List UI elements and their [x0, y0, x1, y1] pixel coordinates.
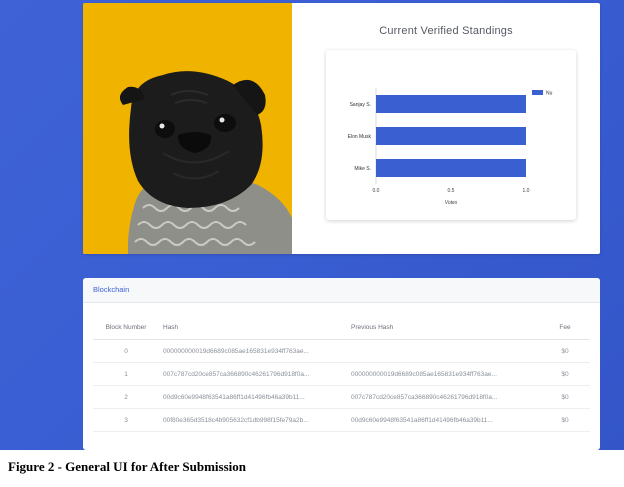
- block-fee: $0: [540, 339, 590, 363]
- block-fee: $0: [540, 385, 590, 409]
- table-row: 0 000000000019d6689c085ae165831e934ff763…: [93, 339, 590, 363]
- blockchain-table: Block Number Hash Previous Hash Fee 0 00…: [93, 316, 590, 432]
- bar-chart: 0.0 0.5 1.0 Votes Sanjay S. Elon Musk Mike S. N…: [348, 88, 553, 206]
- x-axis-label: Votes: [445, 200, 458, 206]
- x-tick-label: 0.0: [373, 188, 380, 194]
- block-number: 2: [93, 385, 159, 409]
- y-tick-label: Sanjay S.: [350, 102, 371, 108]
- col-hash: Hash: [159, 316, 347, 340]
- block-hash: 000000000019d6689c085ae165831e934ff763ae…: [159, 339, 347, 363]
- col-previous-hash: Previous Hash: [347, 316, 540, 340]
- y-tick-label: Elon Musk: [348, 134, 372, 140]
- block-number: 0: [93, 339, 159, 363]
- block-previous-hash: [347, 339, 540, 363]
- standings-card: Current Verified Standings 0.0 0.5 1.0 Vote…: [83, 3, 600, 254]
- block-number: 3: [93, 408, 159, 432]
- block-hash: 00d9c60e9948f63541a86ff1d41496fb46a39b11…: [159, 385, 347, 409]
- block-previous-hash: 00d9c60e9948f63541a86ff1d41496fb46a39b11…: [347, 408, 540, 432]
- legend-swatch: [532, 90, 543, 95]
- y-tick-label: Mike S.: [354, 166, 371, 172]
- block-fee: $0: [540, 362, 590, 386]
- block-hash: 007c787cd20ce857ca366890c46261796d918f0a…: [159, 362, 347, 386]
- standings-chart: 0.0 0.5 1.0 Votes Sanjay S. Elon Musk Mike S. N…: [326, 50, 576, 220]
- standings-title: Current Verified Standings: [379, 25, 513, 37]
- blockchain-card: Blockchain Block Number Hash Previous Ha…: [83, 278, 600, 450]
- block-previous-hash: 007c787cd20ce857ca366890c46261796d918f0a…: [347, 385, 540, 409]
- block-hash: 00f80e365d3518c4b905632cf1db998f15fe79a2…: [159, 408, 347, 432]
- pug-photo: [83, 3, 292, 254]
- blockchain-title: Blockchain: [83, 278, 600, 303]
- table-header-row: Block Number Hash Previous Hash Fee: [93, 316, 590, 340]
- table-row: 2 00d9c60e9948f63541a86ff1d41496fb46a39b…: [93, 385, 590, 409]
- bar: [376, 95, 526, 113]
- x-tick-label: 0.5: [448, 188, 455, 194]
- col-fee: Fee: [540, 316, 590, 340]
- x-tick-label: 1.0: [523, 188, 530, 194]
- legend-label: Nu: [546, 91, 553, 97]
- col-block-number: Block Number: [93, 316, 159, 340]
- table-row: 3 00f80e365d3518c4b905632cf1db998f15fe79…: [93, 408, 590, 432]
- block-previous-hash: 000000000019d6689c085ae165831e934ff763ae…: [347, 362, 540, 386]
- bar: [376, 159, 526, 177]
- block-number: 1: [93, 362, 159, 386]
- table-row: 1 007c787cd20ce857ca366890c46261796d918f…: [93, 362, 590, 386]
- bar: [376, 127, 526, 145]
- block-fee: $0: [540, 408, 590, 432]
- figure-caption: Figure 2 - General UI for After Submissi…: [8, 459, 246, 474]
